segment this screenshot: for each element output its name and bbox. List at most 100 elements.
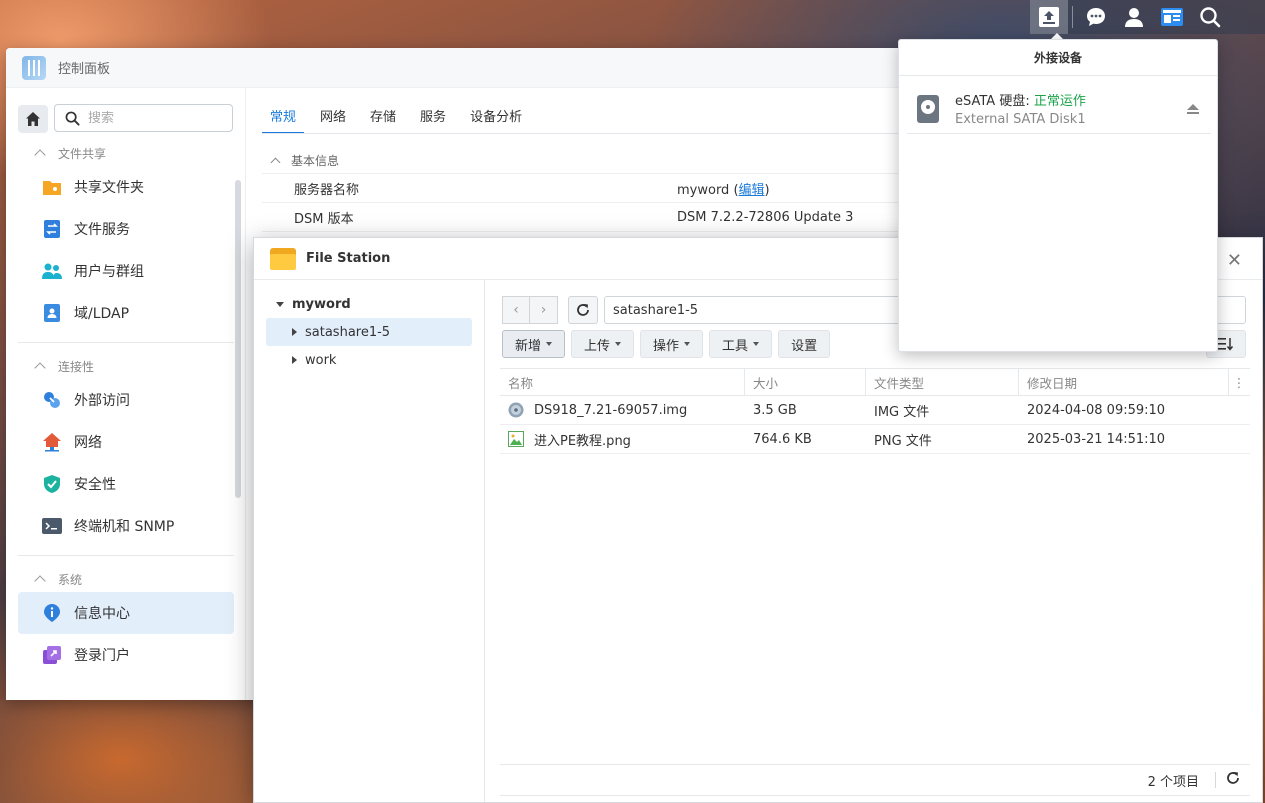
sidebar-item-login-portal[interactable]: 登录门户 [18,634,234,676]
close-icon[interactable]: ✕ [1227,250,1242,271]
upload-button[interactable]: 上传 [571,330,635,358]
column-header-type[interactable]: 文件类型 [866,369,1019,395]
sidebar-item-users-groups[interactable]: 用户与群组 [18,250,234,292]
create-button[interactable]: 新增 [502,330,566,358]
sidebar-item-info-center[interactable]: 信息中心 [18,592,234,634]
login-portal-icon [42,645,62,665]
tab-storage[interactable]: 存储 [362,100,404,134]
device-status: 正常运作 [1033,94,1086,109]
column-header-name[interactable]: 名称 [500,369,745,395]
device-text: eSATA 硬盘: 正常运作 External SATA Disk1 [955,90,1183,127]
tab-device-analytics[interactable]: 设备分析 [462,100,530,134]
edit-link-open: ( [729,182,739,198]
server-name-value: myword [677,182,730,198]
sidebar-item-label: 共享文件夹 [74,180,144,196]
back-button[interactable]: ‹ [502,296,530,324]
sidebar-item-label: 安全性 [74,477,116,493]
edit-server-name-link[interactable]: 编辑 [739,183,765,198]
tree-item-work[interactable]: work [266,346,472,374]
table-row[interactable]: 进入PE教程.png 764.6 KB PNG 文件 2025-03-21 14… [500,425,1250,454]
nav-divider [18,555,234,556]
file-station-footer: 2 个项目 [500,764,1250,796]
chevron-up-icon [34,362,46,374]
search-input[interactable] [88,110,218,126]
search-field[interactable] [54,104,233,132]
column-header-size[interactable]: 大小 [745,369,866,395]
terminal-icon [42,516,62,536]
info-value: DSM 7.2.2-72806 Update 3 [677,209,854,225]
nav-group-label: 文件共享 [58,146,107,161]
sidebar-item-external-access[interactable]: 外部访问 [18,379,234,421]
device-row-esata[interactable]: eSATA 硬盘: 正常运作 External SATA Disk1 [907,84,1211,134]
info-key: DSM 版本 [294,211,354,227]
tree-item-satashare[interactable]: satashare1-5 [266,318,472,346]
tab-network[interactable]: 网络 [312,100,354,134]
refresh-button[interactable] [568,296,598,324]
search-icon [1200,7,1221,28]
column-options-icon[interactable]: ⋮ [1229,369,1249,395]
nav-group-label: 系统 [58,572,83,587]
file-station-title: File Station [306,251,391,266]
tools-button[interactable]: 工具 [709,330,773,358]
sidebar-item-shared-folder[interactable]: 共享文件夹 [18,166,234,208]
sidebar-item-security[interactable]: 安全性 [18,463,234,505]
refresh-icon [577,304,589,316]
chevron-right-icon: › [540,302,547,318]
widgets-button[interactable] [1153,0,1191,34]
tab-general[interactable]: 常规 [262,100,305,134]
chevron-left-icon: ‹ [513,302,519,318]
tree-item-label: work [305,352,337,368]
device-name: eSATA 硬盘: [955,94,1034,109]
file-modified: 2025-03-21 14:51:10 [1027,431,1166,447]
forward-button[interactable]: › [530,296,558,324]
sidebar-item-label: 文件服务 [74,222,130,238]
widgets-icon [1161,8,1183,26]
sidebar-item-terminal-snmp[interactable]: 终端机和 SNMP [18,505,234,547]
user-button[interactable] [1115,0,1153,34]
file-type: PNG 文件 [874,433,932,449]
nav-group-label: 连接性 [58,359,95,374]
section-title: 基本信息 [291,154,340,168]
global-search-button[interactable] [1191,0,1229,34]
file-toolbar: 新增 上传 操作 工具 设置 [502,330,836,358]
upload-label: 上传 [584,338,611,354]
sidebar-item-domain-ldap[interactable]: 域/LDAP [18,292,234,334]
taskbar [1030,0,1265,34]
control-panel-sidebar: 文件共享 共享文件夹 文件服务 用户与群组 域/LDAP 连接性 [6,88,246,700]
nav-group-file-sharing[interactable]: 文件共享 [6,140,246,166]
sidebar-item-label: 用户与群组 [74,264,144,280]
sidebar-item-network[interactable]: 网络 [18,421,234,463]
action-label: 操作 [653,338,680,354]
tree-root-item[interactable]: myword [254,290,484,318]
upload-icon [1039,7,1059,27]
info-value: myword (编辑) [677,179,770,198]
nav-group-connectivity[interactable]: 连接性 [6,353,246,379]
settings-button[interactable]: 设置 [778,330,831,358]
control-panel-app-icon [22,55,46,80]
chevron-up-icon [34,149,46,161]
footer-refresh-button[interactable] [1226,771,1240,789]
file-size: 3.5 GB [753,402,797,418]
caret-right-icon [292,328,297,336]
nav-divider [18,342,234,343]
file-type: IMG 文件 [874,404,930,420]
tab-services[interactable]: 服务 [412,100,454,134]
external-devices-button[interactable] [1030,0,1068,34]
table-header: 名称 大小 文件类型 修改日期 ⋮ [500,368,1250,396]
table-row[interactable]: DS918_7.21-69057.img 3.5 GB IMG 文件 2024-… [500,396,1250,425]
external-access-icon [42,390,62,410]
info-center-icon [42,603,62,623]
notifications-button[interactable] [1077,0,1115,34]
column-header-modified[interactable]: 修改日期 [1019,369,1229,395]
nav-group-system[interactable]: 系统 [6,566,246,592]
control-panel-tabs: 常规 网络 存储 服务 设备分析 [262,100,538,134]
action-button[interactable]: 操作 [640,330,704,358]
sidebar-item-file-services[interactable]: 文件服务 [18,208,234,250]
image-file-icon [508,431,524,447]
file-name: DS918_7.21-69057.img [534,402,688,418]
home-button[interactable] [18,105,48,133]
footer-separator [1215,772,1216,788]
eject-icon[interactable] [1183,103,1203,114]
edit-link-close: ) [764,182,770,198]
device-name-line: eSATA 硬盘: 正常运作 [955,90,1183,109]
